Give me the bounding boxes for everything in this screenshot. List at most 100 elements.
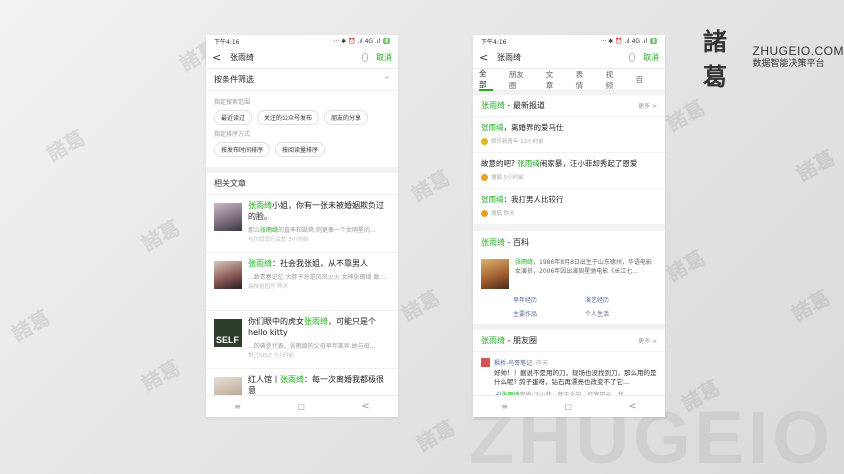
- phone-screen-right: 下午4:16 ··· ✱ ⏰ .ıl 4G .ıl ▮ < 张雨绮 取消 全部 朋…: [473, 35, 665, 417]
- search-input[interactable]: 张雨绮: [493, 52, 629, 63]
- article-item[interactable]: 张雨绮：社会我张姐，从不靠男人 ...致青春记忆 大胖子总是风风火火 女神张雨绮…: [206, 253, 398, 311]
- article-title: 张雨绮小姐，你有一张未被婚姻欺负过的脸。: [248, 201, 384, 221]
- brand-logo-block: 諸葛 ZHUGEIO.COM 数据智能决策平台: [703, 22, 844, 92]
- tab-baike[interactable]: 百: [635, 69, 643, 91]
- chevron-up-icon: ^: [384, 75, 390, 84]
- baike-card: 张雨绮 - 百科 张雨绮，1986年8月8日出生于山东德州，华语电影女演员，20…: [473, 231, 665, 324]
- search-bar: < 张雨绮 取消: [206, 47, 398, 69]
- android-nav-bar: ≡ □ <: [206, 395, 398, 417]
- watermark: 諸葛: [662, 95, 710, 137]
- chip-followed-accounts[interactable]: 关注的公众号发布: [257, 110, 320, 125]
- article-title: 张雨绮：社会我张姐，从不靠男人: [248, 259, 368, 268]
- status-time: 下午4:16: [481, 38, 507, 46]
- avatar: [481, 358, 490, 367]
- watermark: 諸葛: [397, 285, 445, 327]
- article-meta: 悦己SELF 7小时前: [248, 352, 294, 359]
- baike-photo: [481, 259, 509, 289]
- source-icon: [481, 137, 488, 145]
- home-icon[interactable]: □: [297, 402, 305, 411]
- result-tabs: 全部 朋友圈 文章 表情 视频 百: [473, 69, 665, 91]
- more-link[interactable]: 更多 >: [638, 101, 657, 110]
- more-link[interactable]: 更多 >: [638, 336, 657, 345]
- article-item[interactable]: 张雨绮小姐，你有一张未被婚姻欺负过的脸。 那么张雨绮的直率和飒爽,则更像一个女明…: [206, 195, 398, 253]
- back-icon[interactable]: <: [361, 401, 369, 412]
- signal-icons: ··· ✱ ⏰ .ıl 4G .ıl: [600, 37, 648, 45]
- tab-articles[interactable]: 文章: [546, 69, 560, 91]
- article-thumbnail: SELF: [214, 319, 242, 347]
- article-snippet: ...的典型代表。张雨绮的父母早年离异,她与母...: [248, 342, 376, 350]
- tab-moments[interactable]: 朋友圈: [509, 69, 530, 91]
- moments-card-title: 张雨绮 - 朋友圈: [481, 336, 537, 345]
- baike-link-personal-life[interactable]: 个人生活: [585, 309, 657, 318]
- baike-card-title: 张雨绮 - 百科: [481, 237, 529, 247]
- android-nav-bar: ≡ □ <: [473, 395, 665, 417]
- news-card: 张雨绮 - 最新报道 更多 > 张雨绮，离婚界的爱马仕 娱乐新青年 12小时前 …: [473, 95, 665, 225]
- article-meta: 与尔同消万古愁 3小时前: [248, 236, 309, 243]
- brand-name: ZHUGEIO.COM: [752, 44, 844, 58]
- article-item[interactable]: SELF 你们眼中的虎女张雨绮，可能只是个hello kitty ...的典型代…: [206, 311, 398, 369]
- back-icon[interactable]: <: [628, 401, 636, 412]
- article-title: 你们眼中的虎女张雨绮，可能只是个hello kitty: [248, 317, 376, 337]
- watermark: 諸葛: [7, 305, 55, 347]
- menu-icon[interactable]: ≡: [501, 402, 508, 411]
- baike-link-career[interactable]: 演艺经历: [585, 295, 657, 304]
- article-thumbnail: [214, 203, 242, 231]
- watermark: 諸葛: [787, 285, 835, 327]
- baike-link-early-life[interactable]: 早年经历: [513, 295, 585, 304]
- chip-sort-by-reads[interactable]: 按阅读量排序: [275, 142, 326, 157]
- news-card-title: 张雨绮 - 最新报道: [481, 101, 545, 110]
- chip-friends-shares[interactable]: 朋友的分享: [324, 110, 369, 125]
- filter-panel: 指定搜索范围 最近读过 关注的公众号发布 朋友的分享 指定排序方式 按发布时间排…: [206, 91, 398, 167]
- source-icon: [481, 173, 488, 181]
- baike-summary[interactable]: 张雨绮，1986年8月8日出生于山东德州，华语电影女演员，2006年因出演周星驰…: [473, 253, 665, 295]
- brand-logo: 諸葛: [703, 28, 727, 91]
- watermark: 諸葛: [42, 125, 90, 167]
- news-item[interactable]: 张雨绮：我打男人比较行 搜狐 昨天: [473, 189, 665, 225]
- article-snippet: 那么张雨绮的直率和飒爽,则更像一个女明星的...: [248, 226, 376, 234]
- battery-icon: ▮: [383, 38, 390, 44]
- watermark: 諸葛: [662, 245, 710, 287]
- microphone-icon[interactable]: [362, 53, 368, 62]
- back-arrow-icon[interactable]: <: [479, 51, 493, 64]
- chip-sort-by-time[interactable]: 按发布时间排序: [214, 142, 271, 157]
- moment-time: 昨天: [536, 360, 549, 367]
- source-icon: [481, 209, 488, 217]
- news-source: 搜狐 昨天: [491, 211, 515, 217]
- status-bar: 下午4:16 ··· ✱ ⏰ .ıl 4G .ıl ▮: [206, 35, 398, 47]
- microphone-icon[interactable]: [629, 53, 635, 62]
- watermark: 諸葛: [137, 355, 185, 397]
- status-time: 下午4:16: [214, 38, 240, 46]
- tab-videos[interactable]: 视频: [606, 69, 620, 91]
- news-source: 搜狐 5小时前: [491, 175, 524, 181]
- status-bar: 下午4:16 ··· ✱ ⏰ .ıl 4G .ıl ▮: [473, 35, 665, 47]
- chip-recently-read[interactable]: 最近读过: [214, 110, 253, 125]
- moment-author[interactable]: 枫桥-鸟哥笔记: [494, 360, 532, 367]
- brand-tagline: 数据智能决策平台: [752, 59, 825, 69]
- tab-all[interactable]: 全部: [479, 69, 493, 91]
- tab-stickers[interactable]: 表情: [576, 69, 590, 91]
- news-item[interactable]: 张雨绮，离婚界的爱马仕 娱乐新青年 12小时前: [473, 117, 665, 153]
- phone-screen-left: 下午4:16 ··· ✱ ⏰ .ıl 4G .ıl ▮ < 张雨绮 取消 按条件筛…: [206, 35, 398, 417]
- news-source: 娱乐新青年 12小时前: [491, 139, 544, 145]
- watermark: 諸葛: [677, 375, 725, 417]
- scope-label: 指定搜索范围: [214, 99, 251, 106]
- search-input[interactable]: 张雨绮: [226, 52, 362, 63]
- moment-text: 好帅！！据说不是用的刀，现场也没找到刀，那么用的是什么呢? 鸽子蛋呀，钻石再漂亮…: [494, 369, 657, 387]
- signal-icons: ··· ✱ ⏰ .ıl 4G .ıl: [333, 37, 381, 45]
- news-item[interactable]: 故意的吧? 张雨绮闹家暴，汪小菲却秀起了恩爱 搜狐 5小时前: [473, 153, 665, 189]
- cancel-button[interactable]: 取消: [376, 52, 392, 63]
- article-title: 红人馆丨张雨绮：每一次离婚我都极很意: [248, 375, 384, 395]
- cancel-button[interactable]: 取消: [643, 52, 659, 63]
- filter-toggle[interactable]: 按条件筛选 ^: [206, 69, 398, 91]
- moments-card: 张雨绮 - 朋友圈 更多 > 枫桥-鸟哥笔记 昨天 好帅！！据说不是用的刀，现场也…: [473, 330, 665, 406]
- menu-icon[interactable]: ≡: [234, 402, 241, 411]
- back-arrow-icon[interactable]: <: [212, 51, 226, 64]
- watermark: 諸葛: [412, 415, 460, 457]
- article-snippet: ...致青春记忆 大胖子总是风风火火 女神张雨绮 敢爱敢恨的性格也算是一枚典型的…: [248, 273, 390, 281]
- sort-label: 指定排序方式: [214, 131, 251, 138]
- filter-title: 按条件筛选: [214, 75, 254, 84]
- home-icon[interactable]: □: [564, 402, 572, 411]
- baike-link-works[interactable]: 主要作品: [513, 309, 585, 318]
- watermark: 諸葛: [792, 145, 840, 187]
- watermark: 諸葛: [137, 215, 185, 257]
